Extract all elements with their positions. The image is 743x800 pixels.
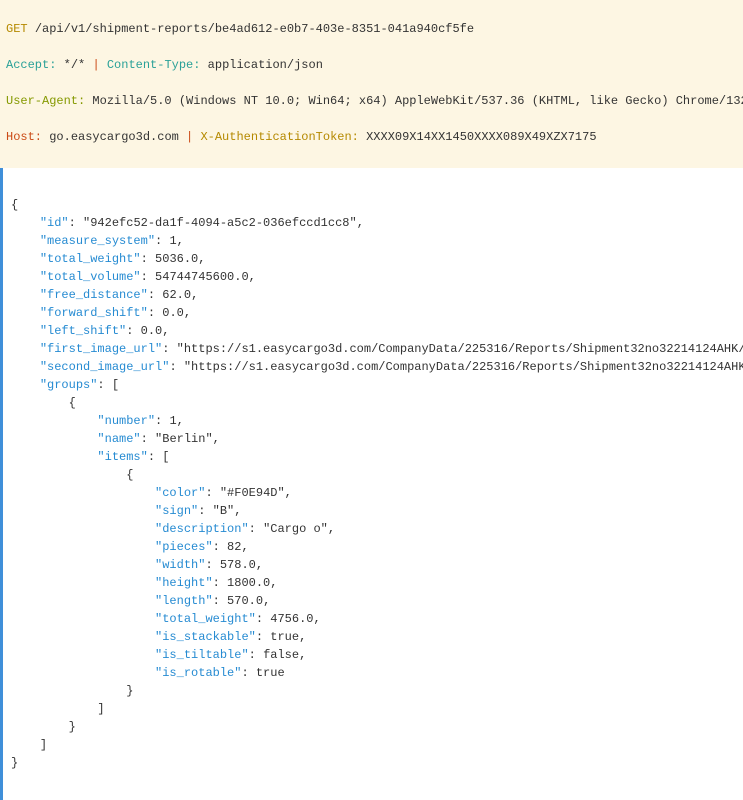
json-key-free-distance: "free_distance": [40, 288, 148, 302]
json-key-width: "width": [155, 558, 205, 572]
request-line-1: GET /api/v1/shipment-reports/be4ad612-e0…: [6, 20, 737, 38]
json-key-height: "height": [155, 576, 213, 590]
json-val-sign: "B": [213, 504, 235, 518]
request-path: /api/v1/shipment-reports/be4ad612-e0b7-4…: [35, 22, 474, 36]
http-method: GET: [6, 22, 28, 36]
json-key-item-total-weight: "total_weight": [155, 612, 256, 626]
http-response-block: { "id": "942efc52-da1f-4094-a5c2-036efcc…: [0, 168, 743, 800]
json-key-length: "length": [155, 594, 213, 608]
json-val-first-image-url: "https://s1.easycargo3d.com/CompanyData/…: [177, 342, 743, 356]
json-body: { "id": "942efc52-da1f-4094-a5c2-036efcc…: [11, 196, 737, 772]
xauth-header-value: XXXX09X14XX1450XXXX089X49XZX7175: [366, 130, 596, 144]
json-key-items: "items": [97, 450, 147, 464]
json-val-total-volume: 54744745600.0: [155, 270, 249, 284]
json-val-number: 1: [169, 414, 176, 428]
request-line-4: Host: go.easycargo3d.com | X-Authenticat…: [6, 128, 737, 146]
json-key-measure-system: "measure_system": [40, 234, 155, 248]
request-line-2: Accept: */* | Content-Type: application/…: [6, 56, 737, 74]
header-separator: |: [92, 58, 99, 72]
header-separator-2: |: [186, 130, 193, 144]
accept-header-value: */*: [64, 58, 86, 72]
json-key-is-rotable: "is_rotable": [155, 666, 241, 680]
json-val-id: "942efc52-da1f-4094-a5c2-036efccd1cc8": [83, 216, 357, 230]
json-key-color: "color": [155, 486, 205, 500]
json-val-name: "Berlin": [155, 432, 213, 446]
json-key-pieces: "pieces": [155, 540, 213, 554]
json-key-first-image-url: "first_image_url": [40, 342, 162, 356]
user-agent-header-label: User-Agent:: [6, 94, 85, 108]
json-val-width: 578.0: [220, 558, 256, 572]
json-val-is-tiltable: false: [263, 648, 299, 662]
json-key-number: "number": [97, 414, 155, 428]
json-val-free-distance: 62.0: [162, 288, 191, 302]
json-key-second-image-url: "second_image_url": [40, 360, 170, 374]
json-val-color: "#F0E94D": [220, 486, 285, 500]
xauth-header-label: X-AuthenticationToken:: [200, 130, 358, 144]
json-key-name: "name": [97, 432, 140, 446]
json-key-groups: "groups": [40, 378, 98, 392]
json-key-total-volume: "total_volume": [40, 270, 141, 284]
json-val-height: 1800.0: [227, 576, 270, 590]
accept-header-label: Accept:: [6, 58, 56, 72]
host-header-value: go.easycargo3d.com: [49, 130, 179, 144]
json-key-is-stackable: "is_stackable": [155, 630, 256, 644]
json-val-second-image-url: "https://s1.easycargo3d.com/CompanyData/…: [184, 360, 743, 374]
json-val-left-shift: 0.0: [141, 324, 163, 338]
json-val-measure-system: 1: [169, 234, 176, 248]
json-val-length: 570.0: [227, 594, 263, 608]
content-type-header-value: application/json: [208, 58, 323, 72]
request-line-3: User-Agent: Mozilla/5.0 (Windows NT 10.0…: [6, 92, 737, 110]
user-agent-header-value: Mozilla/5.0 (Windows NT 10.0; Win64; x64…: [92, 94, 743, 108]
json-val-forward-shift: 0.0: [162, 306, 184, 320]
json-key-id: "id": [40, 216, 69, 230]
json-val-total-weight: 5036.0: [155, 252, 198, 266]
json-key-sign: "sign": [155, 504, 198, 518]
json-key-total-weight: "total_weight": [40, 252, 141, 266]
json-val-pieces: 82: [227, 540, 241, 554]
host-header-label: Host:: [6, 130, 42, 144]
json-val-is-rotable: true: [256, 666, 285, 680]
json-key-is-tiltable: "is_tiltable": [155, 648, 249, 662]
http-request-block: GET /api/v1/shipment-reports/be4ad612-e0…: [0, 0, 743, 168]
json-key-forward-shift: "forward_shift": [40, 306, 148, 320]
content-type-header-label: Content-Type:: [107, 58, 201, 72]
json-val-is-stackable: true: [270, 630, 299, 644]
json-val-item-total-weight: 4756.0: [270, 612, 313, 626]
json-key-left-shift: "left_shift": [40, 324, 126, 338]
